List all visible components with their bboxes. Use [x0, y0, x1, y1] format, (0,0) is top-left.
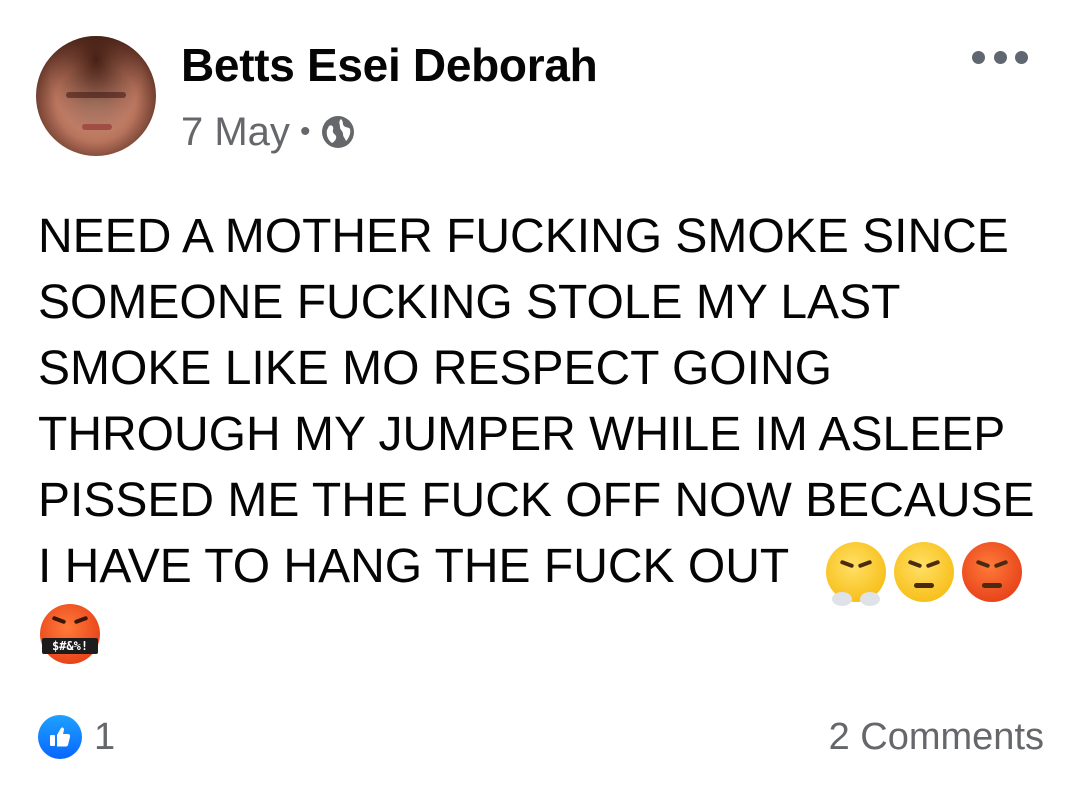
cursing-symbols: $#&%! — [42, 638, 98, 654]
angry-face-icon — [894, 542, 954, 602]
comments-link[interactable]: 2 Comments — [829, 716, 1044, 759]
facebook-post: Betts Esei Deborah 7 May • NEED A MOTHER… — [0, 0, 1080, 800]
pouting-face-icon — [962, 542, 1022, 602]
post-date[interactable]: 7 May — [181, 110, 290, 155]
avatar[interactable] — [36, 36, 156, 156]
more-options-icon[interactable] — [972, 44, 1028, 70]
dot-icon — [993, 50, 1007, 64]
face-with-symbols-on-mouth-icon: $#&%! — [40, 604, 100, 664]
dot-icon — [1015, 50, 1028, 64]
avatar-mouth — [82, 124, 112, 130]
post-meta: 7 May • — [181, 110, 356, 154]
like-icon — [38, 715, 82, 759]
meta-separator: • — [299, 115, 311, 148]
author-name[interactable]: Betts Esei Deborah — [181, 38, 598, 92]
reactions-summary[interactable]: 1 — [38, 715, 115, 759]
post-footer: 1 2 Comments — [38, 712, 1044, 762]
post-body-text: NEED A MOTHER FUCKING SMOKE SINCE SOMEON… — [38, 210, 1035, 593]
avatar-eyes — [66, 92, 126, 98]
face-with-steam-from-nose-icon — [826, 542, 886, 606]
reaction-count: 1 — [94, 715, 116, 758]
globe-icon[interactable] — [320, 114, 356, 150]
emoji-row — [826, 542, 1022, 606]
dot-icon — [972, 50, 985, 64]
